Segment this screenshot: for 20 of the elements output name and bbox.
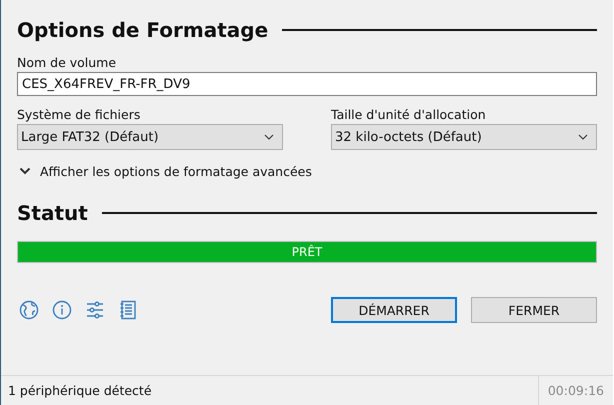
info-icon[interactable] — [52, 300, 72, 320]
button[interactable]: FERMER — [471, 297, 597, 323]
button[interactable]: DÉMARRER — [331, 297, 457, 323]
chevron-down-icon — [578, 134, 588, 140]
advanced-options-toggle[interactable]: Afficher les options de formatage avancées — [17, 162, 597, 180]
field-label: Taille d'unité d'allocation — [331, 107, 487, 124]
field-label: Nom de volume — [17, 55, 118, 72]
section-heading: Options de Formatage — [17, 18, 268, 42]
section-heading: Statut — [17, 201, 88, 225]
notebook-icon[interactable] — [118, 300, 138, 320]
sliders-icon[interactable] — [85, 300, 105, 320]
elapsed-time: 00:09:16 — [538, 376, 613, 405]
globe-icon[interactable] — [19, 300, 39, 320]
status-text: 1 périphérique détecté — [7, 383, 152, 398]
chevron-down-icon — [264, 134, 274, 140]
volume-name-field[interactable]: CES_X64FREV_FR-FR_DV9 — [17, 72, 597, 96]
progress-text: PRÊT — [292, 245, 322, 259]
dropdown[interactable]: Large FAT32 (Défaut) — [17, 124, 283, 150]
dropdown[interactable]: 32 kilo-octets (Défaut) — [331, 124, 597, 150]
field-label: Système de fichiers — [17, 107, 142, 124]
